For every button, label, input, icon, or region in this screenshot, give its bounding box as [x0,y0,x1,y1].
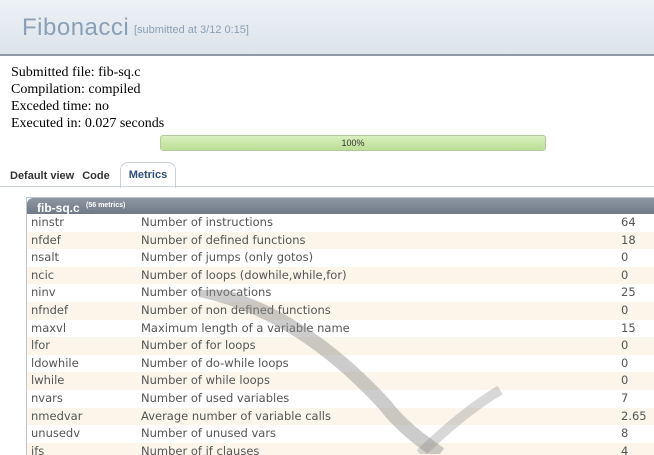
metric-value: 25 [621,285,636,300]
table-row: nvars Number of used variables 7 [27,389,654,408]
table-row: lfor Number of for loops 0 [27,337,654,355]
metric-value: 0 [621,302,629,317]
metric-description: Number of unused vars [141,426,277,441]
metric-description: Average number of variable calls [141,408,331,423]
metric-value: 2.65 [621,408,647,423]
metric-description: Number of loops (dowhile,while,for) [141,267,347,282]
table-row: ncic Number of loops (dowhile,while,for) 0 [27,266,654,285]
metric-value: 7 [621,390,629,405]
metric-description: Number of non defined functions [141,302,331,317]
metric-key: ldowhile [31,355,79,370]
page-title: Fibonacci [22,14,130,41]
table-row: ninv Number of invocations 25 [27,284,654,302]
metric-key: nsalt [31,250,60,265]
metric-description: Number of do-while loops [141,355,289,370]
metric-value: 0 [621,250,629,265]
metric-description: Number of used variables [141,390,290,405]
metric-value: 64 [621,215,636,229]
tab-metrics[interactable]: Metrics [119,162,177,188]
progress-label: 100% [341,138,365,148]
table-row: nfdef Number of defined functions 18 [27,231,654,250]
execution-time: Executed in: 0.027 seconds [11,116,165,131]
metric-key: nvars [31,390,63,405]
metric-description: Number of defined functions [141,232,306,247]
metric-value: 0 [621,338,629,353]
metric-key: ninstr [31,215,65,229]
metric-key: ifs [31,443,45,455]
metric-description: Maximum length of a variable name [141,320,350,335]
view-tabs: Default view Code Metrics [10,160,177,188]
table-row: ninstr Number of instructions 64 [27,214,654,232]
table-row: unusedv Number of unused vars 8 [27,425,654,443]
metric-description: Number of instructions [141,215,273,229]
table-row: maxvl Maximum length of a variable name 15 [27,319,654,338]
compilation-status: Compilation: compiled [11,82,141,97]
table-row: ifs Number of if clauses 4 [27,442,654,455]
metric-description: Number of for loops [141,338,256,353]
progress-bar: 100% [160,135,546,151]
table-row: nfndef Number of non defined functions 0 [27,301,654,320]
metric-description: Number of jumps (only gotos) [141,250,314,265]
metric-key: ninv [31,285,56,300]
submitted-file: Submitted file: fib-sq.c [11,65,141,80]
metric-value: 0 [621,267,629,282]
metric-key: lwhile [31,373,65,388]
metric-key: lfor [31,338,51,353]
metric-key: maxvl [31,320,67,335]
metrics-count: (56 metrics) [86,202,126,209]
metric-key: nfdef [31,232,61,247]
page-header: Fibonacci [submitted at 3/12 0:15] [0,0,654,56]
metric-key: nfndef [31,302,69,317]
submission-time: [submitted at 3/12 0:15] [134,24,249,36]
metric-value: 4 [621,443,629,455]
table-row: nmedvar Average number of variable calls 2… [27,407,654,426]
exceeded-time: Exceded time: no [11,99,109,114]
metrics-panel-header: fib-sq.c (56 metrics) [27,198,654,215]
table-row: nsalt Number of jumps (only gotos) 0 [27,249,654,267]
metric-value: 8 [621,426,629,441]
metrics-panel: fib-sq.c (56 metrics) ninstr Number of in… [26,197,654,455]
tab-divider [0,186,654,187]
metric-value: 0 [621,373,629,388]
metric-value: 0 [621,355,629,370]
metrics-filename: fib-sq.c [37,201,80,215]
metric-key: unusedv [31,426,81,441]
metric-value: 18 [621,232,636,247]
table-row: ldowhile Number of do-while loops 0 [27,354,654,373]
metric-key: ncic [31,267,55,282]
metric-description: Number of invocations [141,285,272,300]
metrics-table: ninstr Number of instructions 64 nfdef Numbe… [27,214,654,455]
table-row: lwhile Number of while loops 0 [27,372,654,390]
submission-info: Submitted file: fib-sq.c Compilation: co… [11,64,164,132]
metric-value: 15 [621,320,636,335]
metric-description: Number of while loops [141,373,270,388]
metric-description: Number of if clauses [141,443,260,455]
metric-key: nmedvar [31,408,83,423]
